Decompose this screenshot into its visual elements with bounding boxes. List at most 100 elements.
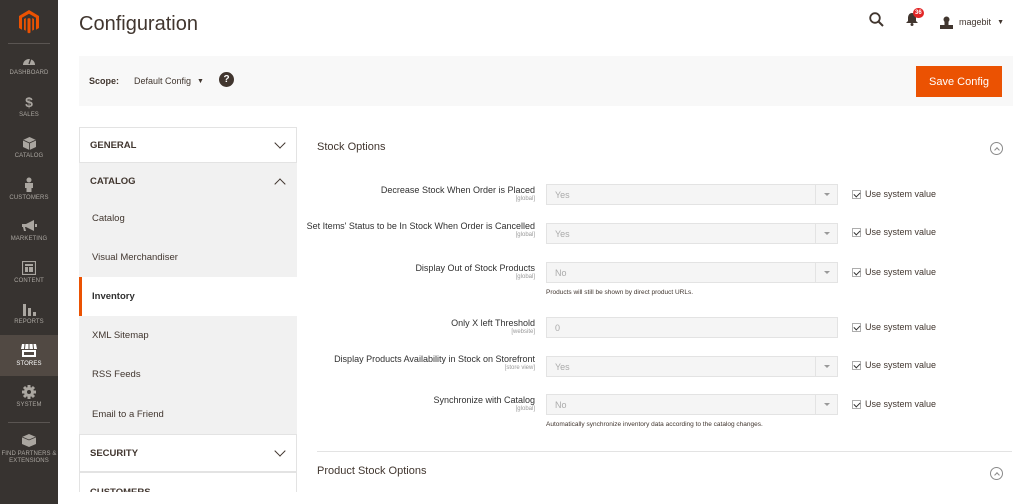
menu-label: Stores bbox=[16, 360, 42, 367]
field-scope: [global] bbox=[515, 274, 535, 280]
menu-item-sales[interactable]: $ Sales bbox=[0, 86, 58, 128]
display-availability-select[interactable]: Yes bbox=[546, 356, 838, 377]
menu-label: Marketing bbox=[10, 236, 48, 243]
user-menu[interactable]: magebit ▼ bbox=[940, 16, 1004, 29]
display-out-of-stock-select[interactable]: No bbox=[546, 262, 838, 283]
use-system-value-checkbox[interactable]: Use system value bbox=[852, 227, 936, 237]
use-system-value-checkbox[interactable]: Use system value bbox=[852, 399, 936, 409]
field-scope: [global] bbox=[515, 406, 535, 412]
menu-label: Content bbox=[14, 277, 44, 284]
help-icon[interactable]: ? bbox=[219, 72, 234, 87]
layout-icon bbox=[22, 260, 36, 276]
extensions-box-icon bbox=[22, 433, 36, 449]
tab-catalog[interactable]: CATALOG bbox=[79, 163, 297, 199]
magento-logo[interactable] bbox=[8, 0, 50, 44]
only-x-left-threshold-input[interactable]: 0 bbox=[546, 317, 838, 338]
menu-item-reports[interactable]: Reports bbox=[0, 293, 58, 335]
menu-item-content[interactable]: Content bbox=[0, 252, 58, 294]
field-label: Only X left Threshold [website] bbox=[305, 317, 535, 336]
field-label: Synchronize with Catalog [global] bbox=[305, 394, 535, 413]
field-label: Display Out of Stock Products [global] bbox=[305, 262, 535, 281]
chevron-down-icon: ▼ bbox=[197, 77, 204, 85]
menu-item-system[interactable]: System bbox=[0, 376, 58, 418]
menu-label: Reports bbox=[14, 319, 44, 326]
synchronize-with-catalog-select[interactable]: No bbox=[546, 394, 838, 415]
field-scope: [global] bbox=[515, 196, 535, 202]
search-icon[interactable] bbox=[869, 12, 884, 32]
notifications-button[interactable]: 36 bbox=[906, 8, 924, 31]
user-icon bbox=[940, 16, 954, 29]
menu-item-find-partners[interactable]: Find Partners & Extensions bbox=[0, 427, 58, 471]
store-icon bbox=[21, 343, 37, 359]
menu-label: Catalog bbox=[14, 153, 44, 160]
tab-item-visual-merchandiser[interactable]: Visual Merchandiser bbox=[79, 238, 297, 277]
chevron-down-icon bbox=[815, 224, 837, 243]
menu-divider bbox=[8, 421, 50, 423]
decrease-stock-select[interactable]: Yes bbox=[546, 184, 838, 205]
header-actions: 36 magebit ▼ bbox=[869, 8, 1004, 32]
chevron-down-icon bbox=[815, 357, 837, 376]
use-system-value-checkbox[interactable]: Use system value bbox=[852, 189, 936, 199]
use-system-value-checkbox[interactable]: Use system value bbox=[852, 322, 936, 332]
field-note: Products will still be shown by direct p… bbox=[546, 289, 694, 296]
config-tabs: GENERAL CATALOG Catalog Visual Merchandi… bbox=[79, 127, 297, 492]
collapse-icon[interactable] bbox=[990, 142, 1003, 155]
menu-label: System bbox=[16, 402, 42, 409]
chevron-up-icon bbox=[274, 177, 286, 190]
menu-item-dashboard[interactable]: Dashboard bbox=[0, 44, 58, 86]
menu-label: Dashboard bbox=[9, 70, 49, 77]
user-name: magebit bbox=[959, 17, 992, 27]
notification-count-badge: 36 bbox=[913, 8, 924, 18]
tab-security[interactable]: SECURITY bbox=[79, 434, 297, 472]
scope-label: Scope: bbox=[89, 76, 120, 86]
tab-item-email-to-a-friend[interactable]: Email to a Friend bbox=[79, 394, 297, 434]
dashboard-icon bbox=[22, 52, 36, 68]
admin-menu: Dashboard $ Sales Catalog Customers Mark… bbox=[0, 0, 58, 504]
checkbox-checked[interactable] bbox=[852, 360, 861, 370]
tab-title: CUSTOMERS bbox=[90, 487, 151, 492]
chevron-down-icon: ▼ bbox=[997, 18, 1004, 26]
field-scope: [website] bbox=[511, 329, 535, 335]
dollar-icon: $ bbox=[25, 93, 33, 110]
scope-switcher[interactable]: Default Config ▼ bbox=[134, 76, 204, 86]
menu-item-marketing[interactable]: Marketing bbox=[0, 210, 58, 252]
checkbox-checked[interactable] bbox=[852, 399, 861, 409]
scope-value: Default Config bbox=[134, 76, 192, 86]
tab-general[interactable]: GENERAL bbox=[79, 127, 297, 163]
collapse-icon[interactable] bbox=[990, 467, 1003, 480]
menu-label: Customers bbox=[9, 194, 49, 201]
menu-item-customers[interactable]: Customers bbox=[0, 169, 58, 211]
tab-item-catalog[interactable]: Catalog bbox=[79, 199, 297, 238]
save-config-button[interactable]: Save Config bbox=[916, 66, 1002, 97]
menu-item-stores[interactable]: Stores bbox=[0, 334, 58, 376]
checkbox-checked[interactable] bbox=[852, 189, 861, 199]
tab-item-inventory[interactable]: Inventory bbox=[79, 277, 297, 316]
bar-chart-icon bbox=[22, 301, 36, 317]
megaphone-icon bbox=[21, 218, 37, 234]
section-divider bbox=[317, 451, 1012, 452]
tab-title: CATALOG bbox=[90, 176, 136, 187]
chevron-down-icon bbox=[274, 137, 286, 149]
tab-title: GENERAL bbox=[90, 139, 137, 151]
checkbox-checked[interactable] bbox=[852, 227, 861, 237]
checkbox-checked[interactable] bbox=[852, 322, 861, 332]
in-stock-when-cancelled-select[interactable]: Yes bbox=[546, 223, 838, 244]
section-title-stock-options[interactable]: Stock Options bbox=[317, 141, 385, 153]
tab-item-rss-feeds[interactable]: RSS Feeds bbox=[79, 355, 297, 394]
section-title-product-stock-options[interactable]: Product Stock Options bbox=[317, 465, 426, 477]
field-note: Automatically synchronize inventory data… bbox=[546, 421, 763, 428]
tab-item-xml-sitemap[interactable]: XML Sitemap bbox=[79, 316, 297, 355]
admin-app: Dashboard $ Sales Catalog Customers Mark… bbox=[0, 0, 1024, 504]
field-label: Set Items' Status to be In Stock When Or… bbox=[306, 221, 535, 238]
box-icon bbox=[22, 135, 36, 151]
tab-customers[interactable]: CUSTOMERS bbox=[79, 472, 297, 492]
checkbox-checked[interactable] bbox=[852, 267, 861, 277]
menu-label: Sales bbox=[19, 111, 39, 118]
menu-item-catalog[interactable]: Catalog bbox=[0, 127, 58, 169]
use-system-value-checkbox[interactable]: Use system value bbox=[852, 360, 936, 370]
field-scope: [store view] bbox=[504, 365, 535, 371]
page-title: Configuration bbox=[79, 13, 198, 35]
use-system-value-checkbox[interactable]: Use system value bbox=[852, 267, 936, 277]
chevron-down-icon bbox=[815, 395, 837, 414]
catalog-tab-items: Catalog Visual Merchandiser Inventory XM… bbox=[79, 199, 297, 434]
